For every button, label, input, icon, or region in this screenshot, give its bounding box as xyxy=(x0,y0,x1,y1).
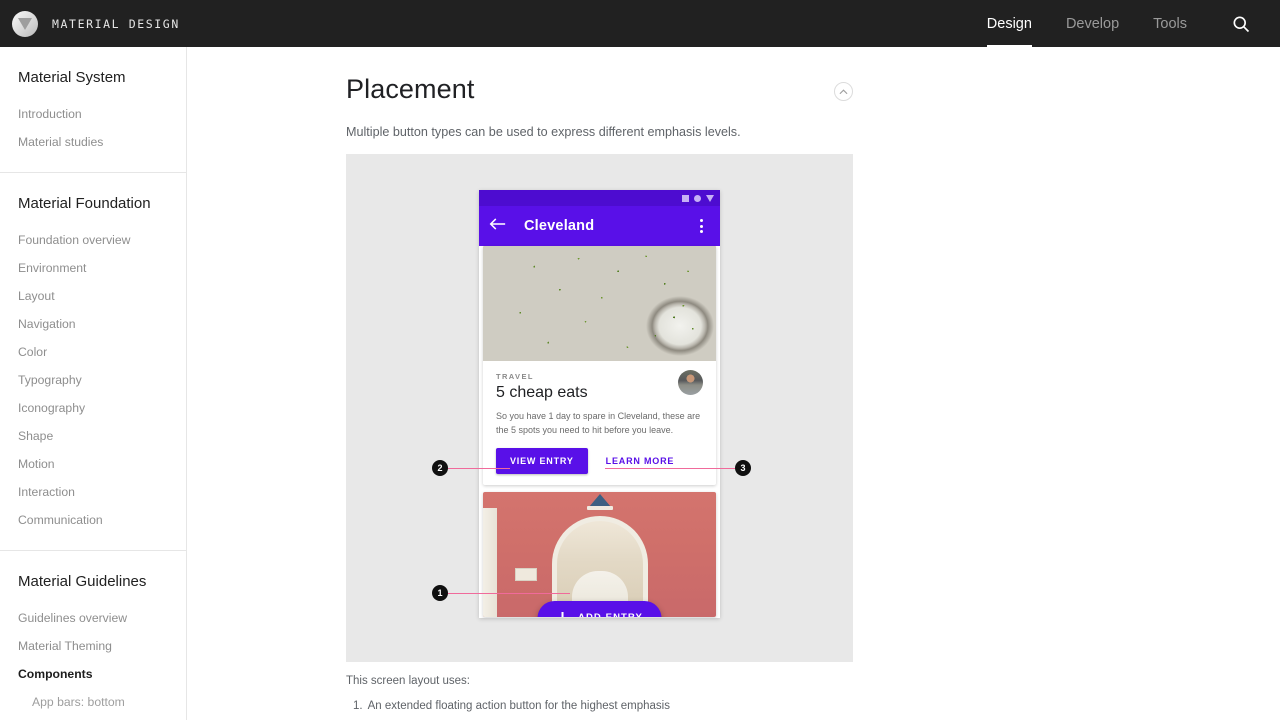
sidebar-item-material-theming[interactable]: Material Theming xyxy=(0,632,186,660)
sidebar-item-introduction[interactable]: Introduction xyxy=(0,100,186,128)
sidebar-item-guidelines-overview[interactable]: Guidelines overview xyxy=(0,604,186,632)
sidebar-section-title: Material Foundation xyxy=(18,195,151,212)
brand-title: MATERIAL DESIGN xyxy=(52,16,180,31)
triangle-icon xyxy=(706,194,714,202)
page-title: Placement xyxy=(346,74,475,104)
learn-more-button[interactable]: LEARN MORE xyxy=(596,448,685,474)
nav-item-tools[interactable]: Tools xyxy=(1136,0,1204,47)
fries-photo xyxy=(483,246,716,361)
list-item: 2. A contained button for high emphasis xyxy=(353,716,866,720)
callout-number: 1 xyxy=(432,585,448,601)
switch-plate xyxy=(515,567,537,581)
callout-line xyxy=(605,467,735,469)
uses-label: This screen layout uses: xyxy=(346,675,471,687)
sidebar-item-foundation-overview[interactable]: Foundation overview xyxy=(0,226,186,254)
sidebar-item-color[interactable]: Color xyxy=(0,338,186,366)
section-header: Placement xyxy=(346,47,853,105)
square-icon xyxy=(682,194,689,202)
back-arrow-icon[interactable] xyxy=(489,217,506,236)
sidebar-section-title: Material Guidelines xyxy=(18,573,147,590)
callout-line xyxy=(448,592,570,594)
nav-item-develop[interactable]: Develop xyxy=(1049,0,1136,47)
uses-section: This screen layout uses: 1. An extended … xyxy=(346,675,866,720)
card-body-text: So you have 1 day to spare in Cleveland,… xyxy=(496,411,701,435)
phone-mockup: Cleveland TRAVEL 5 cheap eats So you hav… xyxy=(479,190,720,618)
sidebar[interactable]: Material System Introduction Material st… xyxy=(0,47,187,720)
list-item-text: An extended floating action button for t… xyxy=(367,700,670,712)
app-bar-title: Cleveland xyxy=(524,218,595,234)
brand-logo-link[interactable]: MATERIAL DESIGN xyxy=(0,10,180,37)
sidebar-item-app-bars-bottom[interactable]: App bars: bottom xyxy=(0,688,186,716)
callout-number: 2 xyxy=(432,460,448,476)
callout-line xyxy=(448,467,510,469)
sidebar-item-layout[interactable]: Layout xyxy=(0,282,186,310)
lamp-base xyxy=(586,505,613,510)
sidebar-item-communication[interactable]: Communication xyxy=(0,506,186,534)
phone-app-bar: Cleveland xyxy=(479,206,720,246)
card-overline: TRAVEL xyxy=(496,372,534,381)
material-logo-icon xyxy=(12,10,38,37)
nav-item-design[interactable]: Design xyxy=(970,0,1049,47)
sidebar-item-components[interactable]: Components xyxy=(0,660,186,688)
list-item-index: 1. xyxy=(353,700,363,712)
sidebar-item-iconography[interactable]: Iconography xyxy=(0,394,186,422)
sidebar-section-material-system: Material System Introduction Material st… xyxy=(0,47,186,173)
uses-list: 1. An extended floating action button fo… xyxy=(346,696,866,720)
top-navigation: Design Develop Tools xyxy=(970,0,1280,47)
search-icon[interactable] xyxy=(1220,0,1262,47)
sidebar-section-material-foundation: Material Foundation Foundation overview … xyxy=(0,173,186,551)
chevron-up-icon[interactable] xyxy=(834,82,853,101)
sidebar-section-material-guidelines: Material Guidelines Guidelines overview … xyxy=(0,551,186,720)
sidebar-item-motion[interactable]: Motion xyxy=(0,450,186,478)
add-entry-fab[interactable]: ADD ENTRY xyxy=(537,600,662,617)
sidebar-item-typography[interactable]: Typography xyxy=(0,366,186,394)
pink-arch-photo[interactable]: ADD ENTRY xyxy=(483,491,716,617)
card-actions: VIEW ENTRY LEARN MORE xyxy=(483,438,716,485)
top-app-bar: MATERIAL DESIGN Design Develop Tools xyxy=(0,0,1280,47)
placement-figure: Cleveland TRAVEL 5 cheap eats So you hav… xyxy=(346,154,853,662)
phone-status-bar xyxy=(479,190,720,206)
article-card[interactable]: TRAVEL 5 cheap eats So you have 1 day to… xyxy=(483,246,716,485)
sidebar-item-interaction[interactable]: Interaction xyxy=(0,478,186,506)
author-avatar xyxy=(678,370,703,395)
sidebar-section-title: Material System xyxy=(18,69,126,86)
sidebar-item-navigation[interactable]: Navigation xyxy=(0,310,186,338)
circle-icon xyxy=(694,194,701,202)
callout-number: 3 xyxy=(735,460,751,476)
section-description: Multiple button types can be used to exp… xyxy=(346,125,741,139)
fab-label: ADD ENTRY xyxy=(578,612,643,617)
main-content: Placement Multiple button types can be u… xyxy=(187,47,1280,720)
sidebar-item-material-studies[interactable]: Material studies xyxy=(0,128,186,156)
sidebar-item-environment[interactable]: Environment xyxy=(0,254,186,282)
plus-icon xyxy=(556,611,568,617)
view-entry-button[interactable]: VIEW ENTRY xyxy=(496,447,588,474)
card-body: TRAVEL 5 cheap eats So you have 1 day to… xyxy=(483,361,716,438)
list-item: 1. An extended floating action button fo… xyxy=(353,696,866,716)
more-vert-icon[interactable] xyxy=(692,219,710,233)
wall-left xyxy=(483,507,497,617)
sidebar-item-shape[interactable]: Shape xyxy=(0,422,186,450)
card-headline: 5 cheap eats xyxy=(496,384,588,401)
